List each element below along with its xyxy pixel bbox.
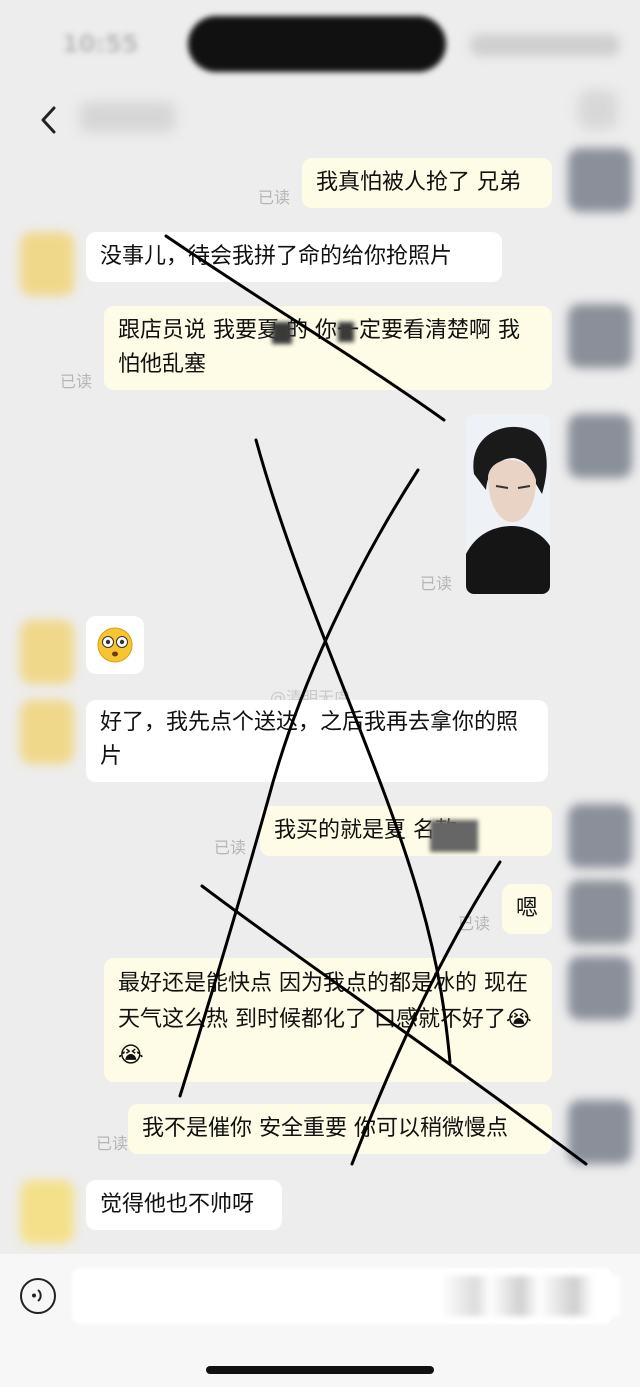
redaction-mark bbox=[272, 322, 292, 344]
message-bubble[interactable]: 我真怕被人抢了 兄弟 bbox=[302, 158, 552, 208]
contact-avatar[interactable] bbox=[20, 700, 74, 764]
my-avatar[interactable] bbox=[568, 804, 632, 868]
home-indicator bbox=[206, 1366, 434, 1374]
chat-header bbox=[0, 90, 640, 150]
status-icons-blurred bbox=[470, 34, 620, 56]
contact-avatar[interactable] bbox=[20, 1180, 74, 1244]
contact-avatar[interactable] bbox=[20, 620, 74, 684]
flushed-emoji-icon bbox=[97, 627, 133, 663]
emoji-message[interactable] bbox=[86, 616, 144, 674]
read-receipt: 已读 bbox=[96, 1134, 129, 1153]
dynamic-island-redacted bbox=[188, 16, 446, 72]
message-bubble[interactable]: 好了，我先点个送达，之后我再去拿你的照片 bbox=[86, 700, 548, 782]
sound-wave-icon bbox=[32, 1289, 42, 1302]
message-bubble[interactable]: 我买的就是夏 名款 bbox=[260, 806, 552, 856]
read-receipt: 已读 bbox=[420, 574, 453, 593]
status-bar: 10:55 bbox=[0, 0, 640, 90]
my-avatar[interactable] bbox=[568, 1100, 632, 1164]
message-bubble[interactable]: 我不是催你 安全重要 你可以稍微慢点 bbox=[128, 1104, 552, 1154]
my-avatar[interactable] bbox=[568, 304, 632, 368]
my-avatar[interactable] bbox=[568, 414, 632, 478]
chevron-left-icon[interactable] bbox=[34, 102, 64, 138]
message-bubble[interactable]: 最好还是能快点 因为我点的都是冰的 现在天气这么热 到时候都化了 口感就不好了😭… bbox=[104, 958, 552, 1082]
message-bubble[interactable]: 觉得他也不帅呀 bbox=[86, 1180, 282, 1230]
status-time: 10:55 bbox=[62, 30, 139, 58]
redaction-mark bbox=[430, 820, 478, 852]
voice-input-icon[interactable] bbox=[20, 1278, 56, 1314]
my-avatar[interactable] bbox=[568, 148, 632, 212]
redaction-mark bbox=[338, 322, 354, 342]
read-receipt: 已读 bbox=[60, 372, 93, 391]
more-icon[interactable] bbox=[578, 90, 618, 130]
read-receipt: 已读 bbox=[214, 838, 247, 857]
my-avatar[interactable] bbox=[568, 880, 632, 944]
read-receipt: 已读 bbox=[458, 914, 491, 933]
message-bubble[interactable]: 没事儿，待会我拼了命的给你抢照片 bbox=[86, 232, 502, 282]
read-receipt: 已读 bbox=[258, 188, 291, 207]
contact-name-blurred bbox=[80, 102, 175, 132]
contact-avatar[interactable] bbox=[20, 232, 74, 296]
message-bubble[interactable]: 嗯 bbox=[502, 884, 552, 934]
my-avatar[interactable] bbox=[568, 956, 632, 1020]
message-bubble[interactable]: 跟店员说 我要夏 的 你一定要看清楚啊 我怕他乱塞 bbox=[104, 306, 552, 390]
input-bar bbox=[0, 1254, 640, 1387]
portrait-image bbox=[466, 414, 550, 594]
input-actions-blurred[interactable] bbox=[440, 1276, 620, 1316]
photo-message[interactable] bbox=[466, 414, 550, 594]
